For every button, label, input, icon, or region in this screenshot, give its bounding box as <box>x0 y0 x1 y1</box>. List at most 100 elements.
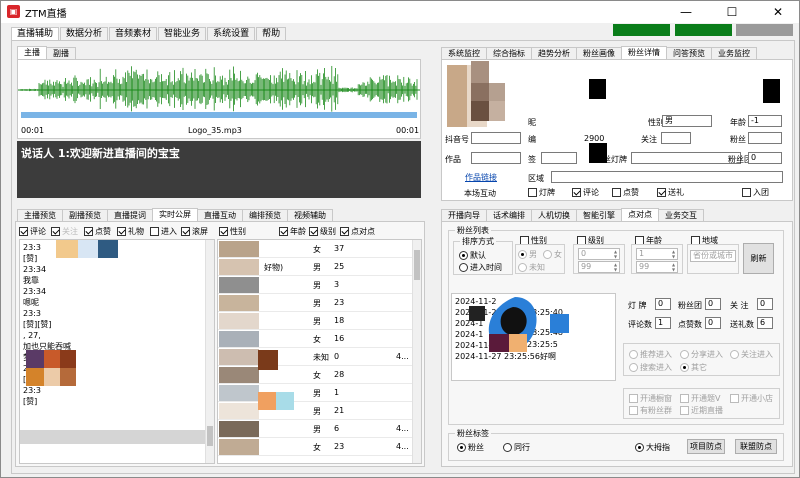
tab-script-arrange[interactable]: 话术编排 <box>486 209 532 221</box>
maximize-button[interactable]: ☐ <box>709 1 755 23</box>
viewer-row[interactable]: 女 28 <box>218 366 417 384</box>
viewer-row[interactable]: 女 23 4... <box>218 438 417 456</box>
region-field[interactable] <box>551 171 783 183</box>
enter-other-radio[interactable]: 其它 <box>680 362 707 373</box>
menu-help[interactable]: 帮助 <box>256 27 287 40</box>
tab-business-interaction[interactable]: 业务交互 <box>658 209 704 221</box>
tab-overall-index[interactable]: 综合指标 <box>486 47 532 59</box>
fans-field[interactable] <box>748 132 782 144</box>
viewer-table[interactable]: 女 37 好物) 男 25 男 3 男 23 男 18 女 16 未知 0 4... 女 28 男 1 男 21 男 6 4..… <box>217 239 422 464</box>
viewer-scrollbar[interactable] <box>412 240 421 463</box>
viewer-row[interactable]: 好物) 男 25 <box>218 258 417 276</box>
tab-point-to-point[interactable]: 点对点 <box>621 208 659 221</box>
playback-progress[interactable] <box>21 112 417 118</box>
tab-co-anchor-preview[interactable]: 副播预览 <box>62 209 108 221</box>
filter-follow[interactable]: 关注 <box>51 226 78 237</box>
tab-anchor-preview[interactable]: 主播预览 <box>17 209 63 221</box>
filter-level[interactable]: 级别 <box>309 226 336 237</box>
age-from-spinner[interactable]: 1 <box>636 248 678 260</box>
stat-value[interactable]: 1 <box>655 317 671 329</box>
enter-follow-radio[interactable]: 关注进入 <box>730 349 773 360</box>
filter-like[interactable]: 点赞 <box>84 226 111 237</box>
filter-age[interactable]: 年龄 <box>279 226 306 237</box>
age-to-spinner[interactable]: 99 <box>636 261 678 273</box>
enter-recommend-radio[interactable]: 推荐进入 <box>629 349 672 360</box>
viewer-row[interactable]: 男 18 <box>218 312 417 330</box>
tab-system-monitor[interactable]: 系统监控 <box>441 47 487 59</box>
menu-data-analysis[interactable]: 数据分析 <box>60 27 109 40</box>
fan-group-field[interactable]: 0 <box>748 152 782 164</box>
project-guard-button[interactable]: 项目防点 <box>687 439 725 454</box>
gender-field[interactable]: 男 <box>662 115 712 127</box>
menu-live-assist[interactable]: 直播辅助 <box>11 27 60 40</box>
sort-default-radio[interactable]: 默认 <box>459 250 486 261</box>
tab-teleprompter[interactable]: 直播提词 <box>107 209 153 221</box>
stat-value[interactable]: 6 <box>757 317 773 329</box>
douyin-id-field[interactable] <box>471 132 521 144</box>
tab-arrange-preview[interactable]: 编排预览 <box>242 209 288 221</box>
viewer-row[interactable]: 男 23 <box>218 294 417 312</box>
refresh-button[interactable]: 刷新 <box>743 243 774 274</box>
tab-start-guide[interactable]: 开播向导 <box>441 209 487 221</box>
viewer-row[interactable]: 女 16 <box>218 330 417 348</box>
tab-co-anchor[interactable]: 副播 <box>46 47 76 59</box>
filter-scroll[interactable]: 滚屏 <box>181 226 208 237</box>
works-link[interactable]: 作品链接 <box>465 172 497 183</box>
menu-smart-business[interactable]: 智能业务 <box>158 27 207 40</box>
tab-human-ai-switch[interactable]: 人机切换 <box>531 209 577 221</box>
interact-comment[interactable]: 评论 <box>572 187 599 198</box>
check-showcase[interactable]: 开通橱窗 <box>629 393 672 404</box>
viewer-row[interactable]: 男3 <box>218 276 417 294</box>
stat-value[interactable]: 0 <box>655 298 671 310</box>
stat-value[interactable]: 0 <box>705 298 721 310</box>
tag-peer-radio[interactable]: 同行 <box>503 442 530 453</box>
works-field[interactable] <box>471 152 521 164</box>
stat-value[interactable]: 0 <box>705 317 721 329</box>
tab-live-screen[interactable]: 实时公屏 <box>152 208 198 221</box>
gender-male-radio[interactable]: 男 <box>518 249 537 260</box>
tab-business-monitor[interactable]: 业务监控 <box>711 47 757 59</box>
tag-thumb-radio[interactable]: 大拇指 <box>635 442 670 453</box>
chat-scrollbar[interactable] <box>205 240 214 463</box>
tab-fan-portrait[interactable]: 粉丝画像 <box>576 47 622 59</box>
follow-field[interactable] <box>661 132 691 144</box>
fan-light-field[interactable] <box>631 152 741 164</box>
tab-anchor[interactable]: 主播 <box>17 46 47 59</box>
filter-comment[interactable]: 评论 <box>19 226 46 237</box>
region-input[interactable]: 省份或城市 <box>690 250 736 262</box>
filter-p2p[interactable]: 点对点 <box>340 226 375 237</box>
check-fan-group[interactable]: 有粉丝群 <box>629 405 672 416</box>
tab-trend-analysis[interactable]: 趋势分析 <box>531 47 577 59</box>
interact-join[interactable]: 入团 <box>742 187 769 198</box>
tab-video-assist[interactable]: 视频辅助 <box>287 209 333 221</box>
stat-value[interactable]: 0 <box>757 298 773 310</box>
menu-system-settings[interactable]: 系统设置 <box>207 27 256 40</box>
viewer-row[interactable]: 男1 <box>218 384 417 402</box>
signature-field[interactable] <box>541 152 577 164</box>
enter-search-radio[interactable]: 搜索进入 <box>629 362 672 373</box>
level-to-spinner[interactable]: 99 <box>578 261 620 273</box>
viewer-row[interactable]: 未知 0 4... <box>218 348 417 366</box>
age-field[interactable]: -1 <box>748 115 782 127</box>
check-small-shop[interactable]: 开通小店 <box>730 393 773 404</box>
filter-enter[interactable]: 进入 <box>150 226 177 237</box>
tab-qa-preview[interactable]: 问答预览 <box>666 47 712 59</box>
viewer-row[interactable]: 男 6 4... <box>218 420 417 438</box>
sort-entry-time-radio[interactable]: 进入时间 <box>459 262 502 273</box>
alliance-guard-button[interactable]: 联盟防点 <box>735 439 777 454</box>
check-recent-live[interactable]: 近期直播 <box>680 405 723 416</box>
tab-fan-detail[interactable]: 粉丝详情 <box>621 46 667 59</box>
tab-smart-engine[interactable]: 智能引擎 <box>576 209 622 221</box>
close-button[interactable]: ✕ <box>755 1 799 23</box>
gender-unknown-radio[interactable]: 未知 <box>518 262 545 273</box>
interact-like[interactable]: 点赞 <box>612 187 639 198</box>
minimize-button[interactable]: — <box>663 1 709 23</box>
interact-gift[interactable]: 送礼 <box>657 187 684 198</box>
tag-fan-radio[interactable]: 粉丝 <box>457 442 484 453</box>
level-from-spinner[interactable]: 0 <box>578 248 620 260</box>
viewer-row[interactable]: 男 21 <box>218 402 417 420</box>
filter-gender[interactable]: 性别 <box>219 226 246 237</box>
check-vip[interactable]: 开通题V <box>680 393 720 404</box>
tab-live-interaction[interactable]: 直播互动 <box>197 209 243 221</box>
chat-list[interactable]: 23:3 [赞] 23:34 我靠 23:34 嗯呢 23:3 [赞][赞], 27, 加也只能… <box>19 239 215 464</box>
